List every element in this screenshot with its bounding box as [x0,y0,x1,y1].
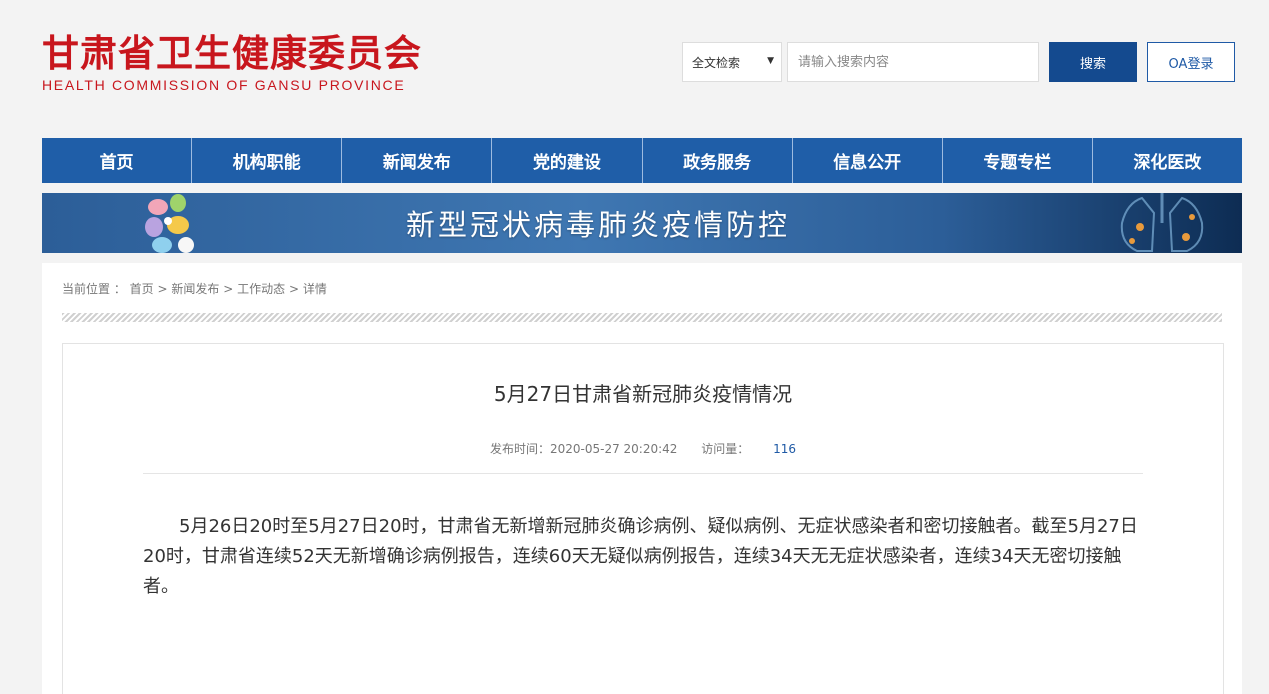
covid-banner[interactable]: 新型冠状病毒肺炎疫情防控 [42,193,1242,253]
nav-item-party[interactable]: 党的建设 [492,138,643,183]
nav-item-disclosure[interactable]: 信息公开 [793,138,943,183]
site-logo[interactable]: 甘肃省卫生健康委员会 HEALTH COMMISSION OF GANSU PR… [42,32,422,93]
article-title: 5月27日甘肃省新冠肺炎疫情情况 [493,382,793,406]
breadcrumb-item-home[interactable]: 首页 [130,282,154,296]
main-nav: 首页 机构职能 新闻发布 党的建设 政务服务 信息公开 专题专栏 深化医改 [42,138,1242,183]
banner-title: 新型冠状病毒肺炎疫情防控 [406,208,791,242]
nav-item-services[interactable]: 政务服务 [643,138,793,183]
visits-label: 访问量： [701,442,750,456]
search-scope-select[interactable]: 全文检索 ▼ [682,42,782,82]
oa-login-button[interactable]: OA登录 [1147,42,1235,82]
search-scope-value: 全文检索 [692,55,741,70]
publish-time-label: 发布时间： [489,442,550,456]
breadcrumb-label: 当前位置 ： [62,282,126,296]
breadcrumb-separator: > [223,282,234,296]
breadcrumb-item-detail: 详情 [302,282,327,296]
nav-item-organization[interactable]: 机构职能 [192,138,343,183]
breadcrumb-item-news[interactable]: 新闻发布 [171,282,219,296]
caret-down-icon: ▼ [767,56,774,66]
nav-item-home[interactable]: 首页 [42,138,193,183]
breadcrumb-separator: > [157,282,168,296]
lungs-graphic-icon [1120,193,1204,252]
publish-time: 2020-05-27 20:20:42 [549,442,678,456]
breadcrumb-separator: > [288,282,300,296]
nav-item-news[interactable]: 新闻发布 [342,138,493,183]
logo-english-text: HEALTH COMMISSION OF GANSU PROVINCE [42,77,406,93]
breadcrumb-item-work[interactable]: 工作动态 [237,282,285,296]
content-area: 当前位置 ： 首页 > 新闻发布 > 工作动态 > 详情 5月27日甘肃省新冠肺… [42,263,1242,694]
breadcrumb: 当前位置 ： 首页 > 新闻发布 > 工作动态 > 详情 [62,280,327,297]
search-input[interactable] [787,42,1039,82]
article: 5月27日甘肃省新冠肺炎疫情情况 发布时间：2020-05-27 20:20:4… [62,343,1224,694]
nav-item-reform[interactable]: 深化医改 [1093,138,1242,183]
search-button[interactable]: 搜索 [1049,42,1137,82]
meta-divider [143,473,1143,474]
nav-item-topics[interactable]: 专题专栏 [943,138,1093,183]
article-body: 5月26日20时至5月27日20时，甘肃省无新增新冠肺炎确诊病例、疑似病例、无症… [143,516,1138,597]
article-meta: 发布时间：2020-05-27 20:20:42 访问量： 116 [63,440,1223,457]
logo-chinese-text: 甘肃省卫生健康委员会 [42,31,422,75]
flower-logo-icon [145,194,194,253]
visits-count: 116 [773,442,797,456]
stripe-divider [62,313,1222,322]
